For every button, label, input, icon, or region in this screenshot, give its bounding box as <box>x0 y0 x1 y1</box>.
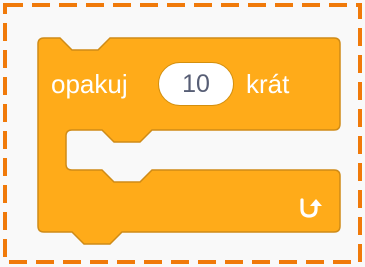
repeat-label: opakuj <box>51 69 128 99</box>
repeat-count-input[interactable]: 10 <box>158 62 234 106</box>
workspace-canvas: opakuj 10 krát <box>0 0 365 267</box>
loop-arrow-icon <box>300 198 322 218</box>
repeat-block[interactable] <box>0 0 365 267</box>
repeat-count-value[interactable]: 10 <box>182 70 210 99</box>
times-label: krát <box>246 69 290 99</box>
